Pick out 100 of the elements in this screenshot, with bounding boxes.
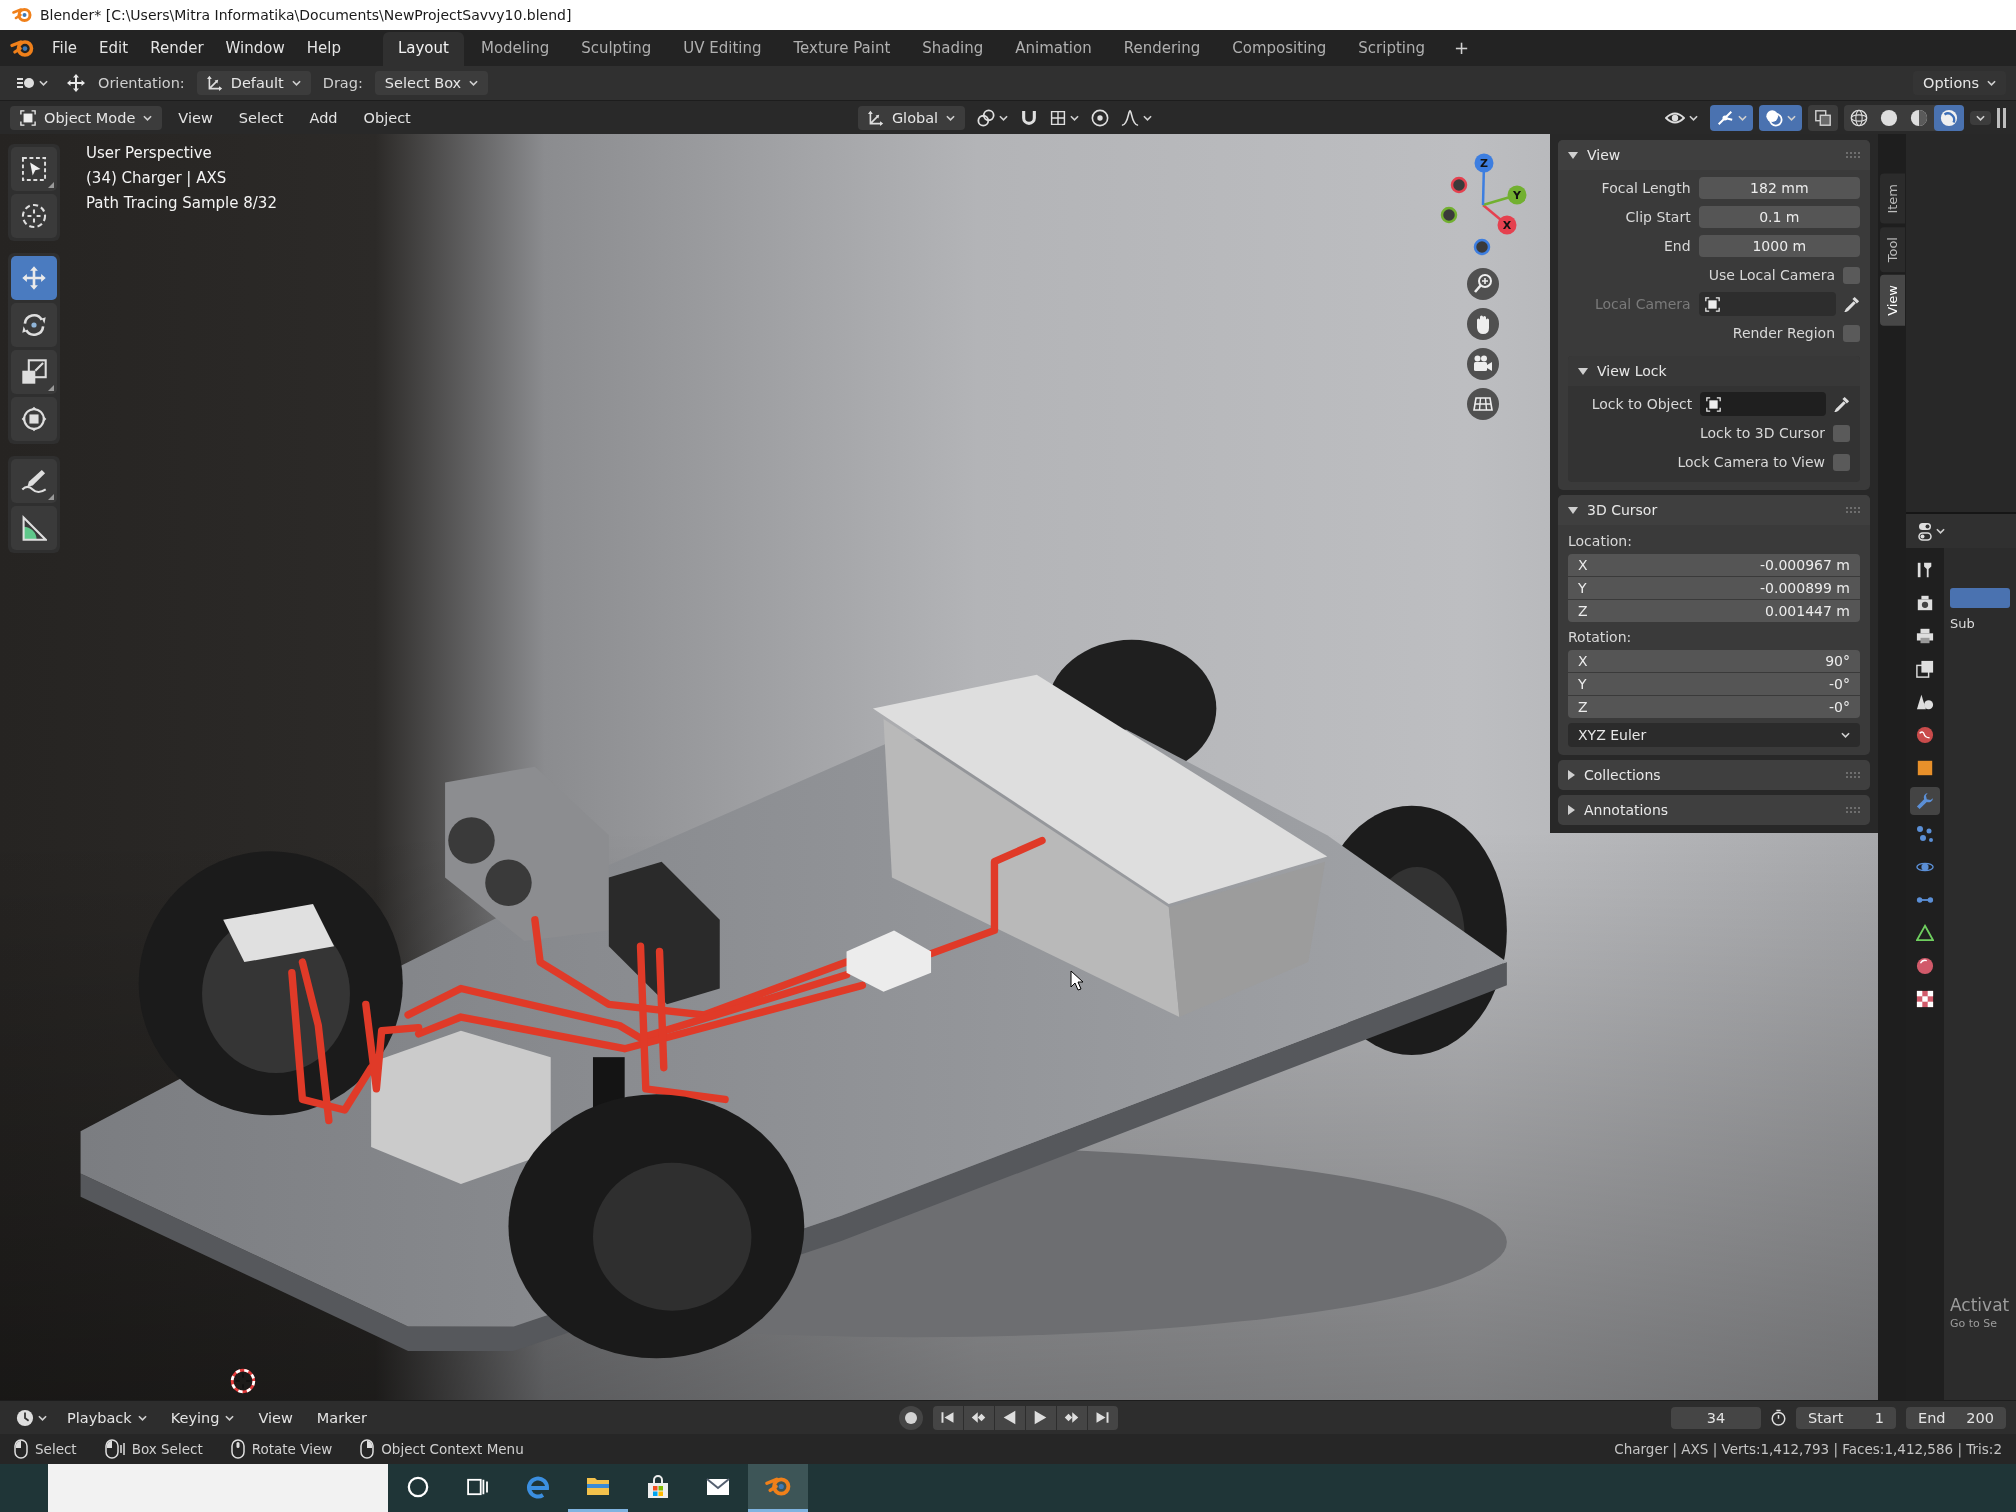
workspace-tab[interactable]: Scripting bbox=[1343, 32, 1441, 66]
grid-icon[interactable] bbox=[1467, 388, 1499, 420]
menu-item[interactable]: File bbox=[42, 35, 88, 61]
app-logo-icon[interactable] bbox=[10, 38, 34, 58]
jump-start-button[interactable] bbox=[932, 1405, 963, 1430]
vector-component-field[interactable]: X -0.000967 m bbox=[1568, 554, 1860, 576]
workspace-tab[interactable]: Layout bbox=[382, 32, 464, 66]
overlay-toggle[interactable] bbox=[1759, 104, 1802, 131]
magnet-icon[interactable] bbox=[1020, 109, 1039, 126]
workspace-tab[interactable]: Rendering bbox=[1108, 32, 1216, 66]
caret-icon bbox=[1070, 114, 1080, 121]
panel-header[interactable]: 3D Cursor bbox=[1558, 495, 1870, 525]
zoom-icon[interactable] bbox=[1467, 268, 1499, 300]
double-bar-icon[interactable] bbox=[1997, 107, 2006, 128]
eyedropper-icon[interactable] bbox=[1844, 296, 1860, 312]
search-field[interactable] bbox=[48, 1464, 388, 1512]
checkbox[interactable] bbox=[1833, 453, 1850, 471]
end-frame-field[interactable]: End 200 bbox=[1906, 1406, 2006, 1429]
menu-item[interactable]: Add bbox=[299, 105, 348, 130]
status-hint: Object Context Menu bbox=[381, 1441, 524, 1457]
ring-dot-icon[interactable] bbox=[1091, 108, 1110, 127]
sidebar-tab[interactable]: View bbox=[1879, 274, 1905, 326]
movie-camera-icon[interactable] bbox=[1467, 348, 1499, 380]
checkbox[interactable] bbox=[1833, 424, 1850, 442]
play-reverse-button[interactable] bbox=[994, 1405, 1025, 1430]
workspace-tab[interactable]: UV Editing bbox=[668, 32, 777, 66]
menu-item[interactable]: View bbox=[168, 105, 223, 130]
previous-keyframe-button[interactable] bbox=[963, 1405, 994, 1430]
dropdown[interactable]: XYZ Euler bbox=[1568, 723, 1860, 747]
menu-item[interactable]: Playback bbox=[57, 1405, 157, 1430]
panel-header[interactable]: Collections bbox=[1558, 760, 1870, 790]
shading-options-button[interactable] bbox=[1970, 110, 1991, 125]
axes-icon bbox=[867, 109, 884, 126]
toggle-button[interactable] bbox=[1950, 588, 2010, 608]
workspace-tab[interactable]: Compositing bbox=[1217, 32, 1342, 66]
axis-handle[interactable]: X bbox=[1482, 204, 1517, 235]
menu-item[interactable]: Help bbox=[296, 35, 351, 61]
negative-axis-handle[interactable] bbox=[1450, 176, 1468, 194]
tool-button[interactable] bbox=[11, 459, 57, 503]
play-button[interactable] bbox=[1025, 1405, 1056, 1430]
negative-axis-handle[interactable] bbox=[1440, 206, 1458, 224]
tool-button[interactable] bbox=[11, 397, 57, 441]
vector-component-field[interactable]: Z -0° bbox=[1568, 696, 1860, 718]
menu-item[interactable]: Keying bbox=[160, 1405, 245, 1430]
current-frame-field[interactable]: 34 bbox=[1671, 1406, 1761, 1429]
move-icon bbox=[21, 265, 47, 291]
grip-icon bbox=[1846, 772, 1860, 778]
workspace-tab[interactable]: Shading bbox=[907, 32, 999, 66]
negative-axis-handle[interactable] bbox=[1473, 238, 1491, 256]
start-frame-field[interactable]: Start 1 bbox=[1796, 1406, 1896, 1429]
auto-keying-button[interactable] bbox=[898, 1405, 923, 1430]
menu-item[interactable]: View bbox=[248, 1405, 303, 1430]
vector-component-field[interactable]: Y -0.000899 m bbox=[1568, 577, 1860, 599]
axis-handle[interactable]: Y bbox=[1482, 185, 1527, 207]
options-dropdown[interactable]: Options bbox=[1913, 71, 2006, 95]
tool-button[interactable] bbox=[11, 350, 57, 394]
number-field[interactable]: 1000 m bbox=[1698, 235, 1860, 257]
workspace-tab[interactable]: Animation bbox=[1000, 32, 1107, 66]
tool-button[interactable] bbox=[11, 303, 57, 347]
sidebar-tab[interactable]: Item bbox=[1879, 174, 1905, 224]
jump-end-button[interactable] bbox=[1087, 1405, 1118, 1430]
panel-header[interactable]: View bbox=[1558, 140, 1870, 170]
add-workspace-button[interactable]: + bbox=[1442, 32, 1482, 66]
number-field[interactable]: 0.1 m bbox=[1698, 206, 1860, 228]
transform-orientation-dropdown[interactable]: Global bbox=[857, 105, 966, 130]
orientation-dropdown[interactable]: Default bbox=[196, 71, 311, 95]
menu-item[interactable]: Select bbox=[228, 105, 294, 130]
mode-dropdown[interactable]: Object Mode bbox=[10, 105, 163, 130]
eyedropper-icon[interactable] bbox=[1834, 396, 1850, 412]
menu-item[interactable]: Render bbox=[140, 35, 214, 61]
workspace-tab[interactable]: Modeling bbox=[465, 32, 565, 66]
axis-handle[interactable]: Z bbox=[1474, 153, 1494, 206]
xray-toggle[interactable] bbox=[1808, 104, 1838, 131]
next-keyframe-button[interactable] bbox=[1056, 1405, 1087, 1430]
stopwatch-icon[interactable] bbox=[1771, 1409, 1786, 1426]
panel-header[interactable]: Annotations bbox=[1558, 795, 1870, 825]
tool-button[interactable] bbox=[11, 147, 57, 191]
vector-component-field[interactable]: X 90° bbox=[1568, 650, 1860, 672]
panel-header[interactable]: View Lock bbox=[1568, 356, 1860, 386]
sidebar-tab[interactable]: Tool bbox=[1879, 226, 1905, 272]
object-field[interactable] bbox=[1698, 292, 1836, 316]
tool-button[interactable] bbox=[11, 506, 57, 550]
vector-component-field[interactable]: Y -0° bbox=[1568, 673, 1860, 695]
drag-dropdown[interactable]: Select Box bbox=[374, 71, 489, 95]
hand-icon[interactable] bbox=[1467, 308, 1499, 340]
menu-item[interactable]: Marker bbox=[306, 1405, 377, 1430]
menu-item[interactable]: Window bbox=[215, 35, 295, 61]
workspace-tab[interactable]: Texture Paint bbox=[778, 32, 906, 66]
workspace-tab[interactable]: Sculpting bbox=[566, 32, 667, 66]
menu-item[interactable]: Edit bbox=[89, 35, 139, 61]
number-field[interactable]: 182 mm bbox=[1698, 177, 1860, 199]
gizmo-toggle[interactable] bbox=[1710, 104, 1753, 131]
checkbox[interactable] bbox=[1843, 324, 1860, 342]
tool-button[interactable] bbox=[11, 194, 57, 238]
object-field[interactable] bbox=[1700, 392, 1826, 416]
shading-button[interactable] bbox=[1934, 104, 1964, 131]
menu-item[interactable]: Object bbox=[353, 105, 421, 130]
checkbox[interactable] bbox=[1843, 266, 1860, 284]
move-icon[interactable] bbox=[66, 73, 86, 93]
vector-component-field[interactable]: Z 0.001447 m bbox=[1568, 600, 1860, 622]
